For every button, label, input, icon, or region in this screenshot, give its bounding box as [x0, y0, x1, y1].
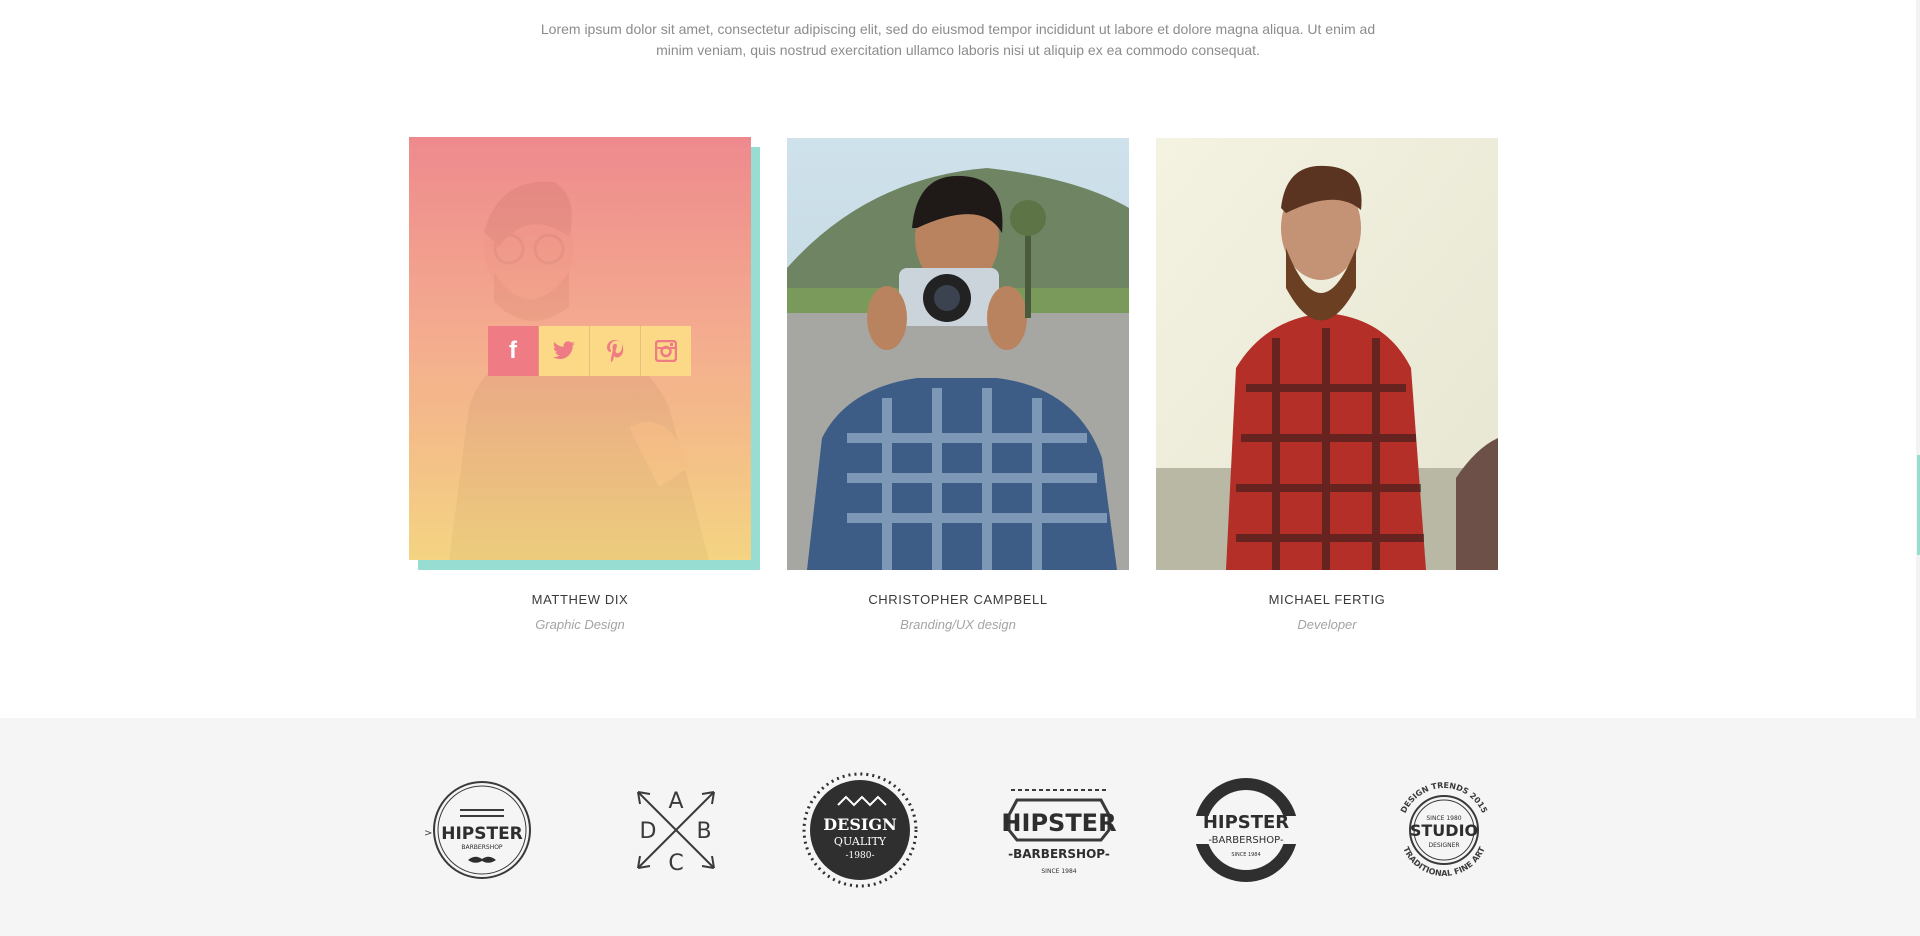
member-role: Developer — [1297, 617, 1357, 632]
twitter-button[interactable] — [539, 326, 590, 376]
intro-line-1: Lorem ipsum dolor sit amet, consectetur … — [540, 21, 1376, 37]
logo-year: -1980- — [846, 851, 875, 861]
logo-subtitle: BARBERSHOP — [461, 844, 503, 851]
member-role: Branding/UX design — [900, 617, 1016, 632]
logo-subtitle: DESIGNER — [1428, 842, 1459, 849]
logo-arc-bottom: TRADITIONAL FINE ART — [1401, 845, 1487, 878]
design-quality-logo[interactable]: DESIGN QUALITY -1980- — [800, 770, 920, 890]
pinterest-icon — [607, 340, 624, 363]
team-photo-christopher-campbell[interactable] — [787, 138, 1129, 570]
logo-title: DESIGN — [823, 815, 896, 834]
photo-illustration — [787, 138, 1129, 570]
photo-illustration — [1156, 138, 1498, 570]
intro-text: Lorem ipsum dolor sit amet, consectetur … — [540, 19, 1376, 61]
logo-letter-d: D — [640, 819, 657, 844]
instagram-icon — [655, 340, 677, 362]
client-logos: > HIPSTER BARBERSHOP A B C D DESIGN QUAL… — [0, 718, 1920, 936]
logo-subtitle: -BARBERSHOP- — [1208, 835, 1284, 846]
pinterest-button[interactable] — [590, 326, 641, 376]
team-section: f MATTHEW DIX Graphic Design CHRISTOPHER… — [0, 137, 1920, 638]
social-links: f — [488, 326, 691, 376]
hipster-barbershop-ring-logo[interactable]: HIPSTER -BARBERSHOP- SINCE 1984 — [1186, 770, 1306, 890]
facebook-icon: f — [509, 337, 517, 364]
member-name: MICHAEL FERTIG — [1268, 592, 1386, 607]
logo-letter-c: C — [668, 851, 683, 876]
logo-title: HIPSTER — [1001, 809, 1116, 837]
instagram-button[interactable] — [641, 326, 691, 376]
member-name: MATTHEW DIX — [531, 592, 629, 607]
hipster-barbershop-banner-logo[interactable]: HIPSTER -BARBERSHOP- SINCE 1984 — [999, 770, 1119, 890]
logo-title: HIPSTER — [1203, 812, 1289, 833]
svg-text:DESIGN TRENDS 2015: DESIGN TRENDS 2015 — [1399, 781, 1489, 815]
team-card-christopher-campbell[interactable]: CHRISTOPHER CAMPBELL Branding/UX design — [787, 138, 1129, 632]
twitter-icon — [552, 341, 575, 359]
logo-since: SINCE 1984 — [1231, 852, 1260, 858]
arrows-abcd-logo[interactable]: A B C D — [616, 770, 736, 890]
team-card-michael-fertig[interactable]: MICHAEL FERTIG Developer — [1156, 138, 1498, 632]
facebook-button[interactable]: f — [488, 326, 539, 376]
logo-letter-a: A — [668, 789, 683, 814]
logo-title: STUDIO — [1410, 821, 1478, 840]
logo-subtitle: QUALITY — [834, 835, 887, 848]
logo-mark: > — [424, 828, 432, 839]
team-photo-matthew-dix[interactable]: f — [409, 137, 751, 560]
studio-designer-logo[interactable]: DESIGN TRENDS 2015 TRADITIONAL FINE ART … — [1384, 770, 1504, 890]
logo-since: SINCE 1984 — [1041, 868, 1076, 875]
logo-subtitle: -BARBERSHOP- — [1008, 847, 1110, 861]
svg-text:TRADITIONAL FINE ART: TRADITIONAL FINE ART — [1401, 845, 1487, 878]
hipster-barbershop-mustache-logo[interactable]: > HIPSTER BARBERSHOP — [420, 770, 540, 890]
member-role: Graphic Design — [535, 617, 625, 632]
logo-letter-b: B — [696, 819, 711, 844]
team-photo-michael-fertig[interactable] — [1156, 138, 1498, 570]
page: Lorem ipsum dolor sit amet, consectetur … — [0, 0, 1920, 936]
intro-line-2: minim veniam, quis nostrud exercitation … — [656, 42, 1260, 58]
member-name: CHRISTOPHER CAMPBELL — [868, 592, 1048, 607]
logo-title: HIPSTER — [441, 824, 523, 844]
logo-arc-top: DESIGN TRENDS 2015 — [1399, 781, 1489, 815]
